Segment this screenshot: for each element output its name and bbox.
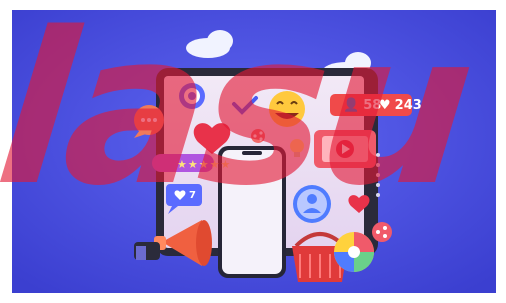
laughing-emoji-icon [269,91,305,127]
followers-counter: 👤 58 [343,94,381,116]
notification-count: 7 [189,190,196,201]
pie-chart-icon [334,232,374,272]
user-icon: 👤 [343,97,360,113]
target-icon [179,83,205,109]
likes-counter: ♥ 243 [379,94,422,116]
rating-stars: ★★★★★ [177,158,232,171]
likes-count: 243 [394,97,422,113]
heart-icon: ♥ [379,97,391,113]
user-profile-icon [293,185,331,223]
share-icon [372,222,392,242]
illustration-canvas [12,10,496,293]
play-video-icon [314,130,376,168]
share-icon [251,129,265,143]
social-media-illustration: 👤 58 ♥ 243 ★★★★★ 7 [12,10,496,293]
